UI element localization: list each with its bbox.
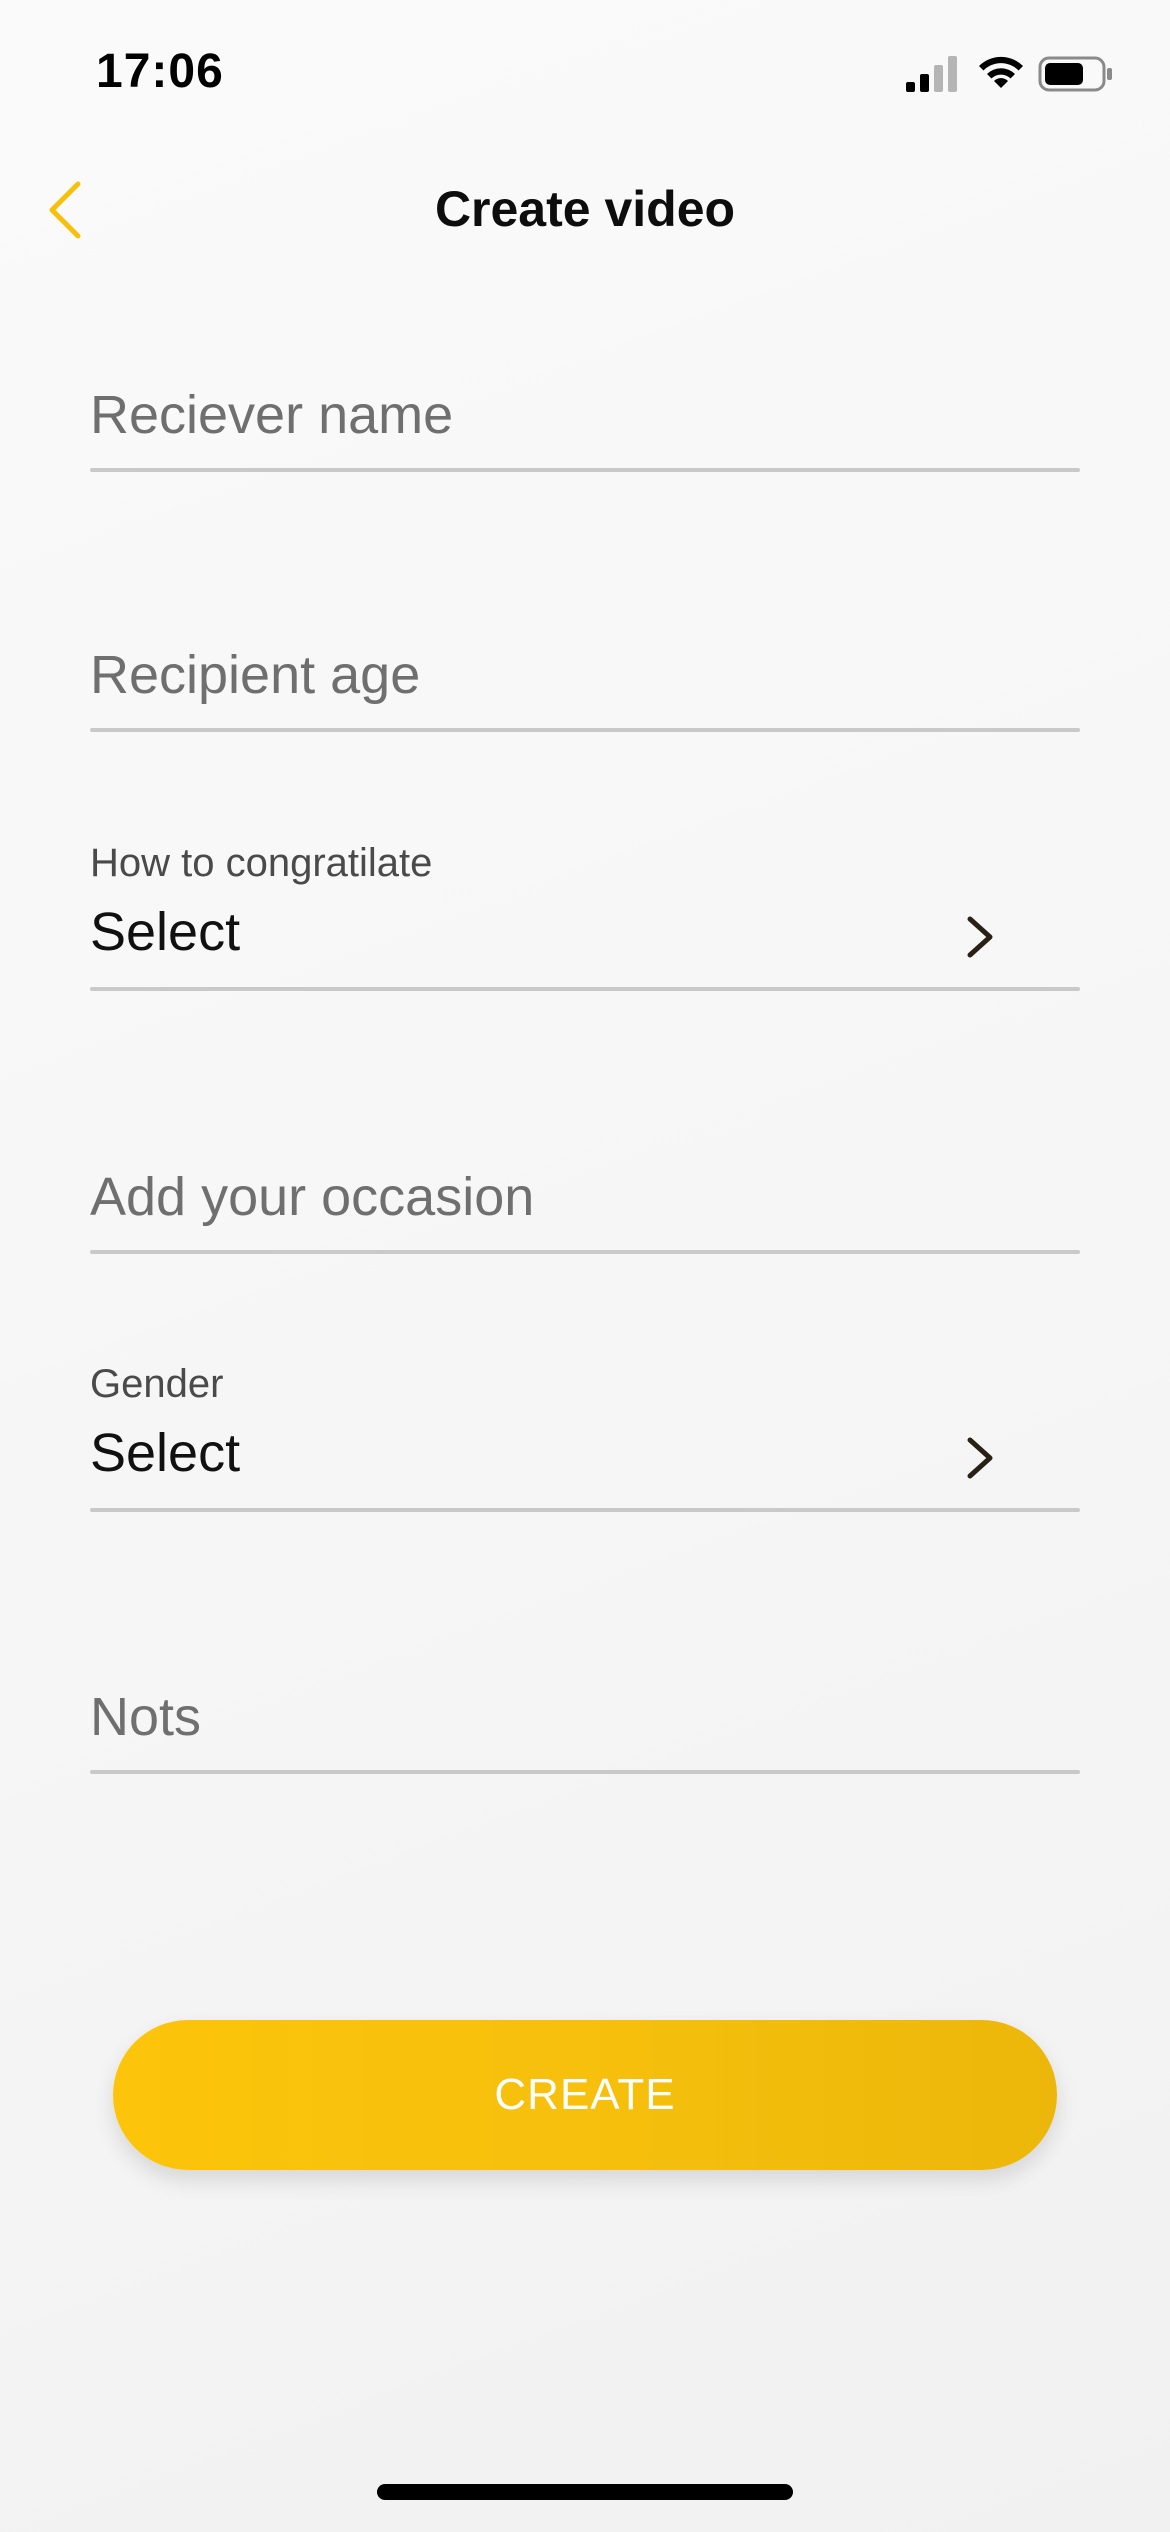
page-title: Create video (434, 181, 736, 237)
notes-underline (90, 1770, 1080, 1774)
congratulate-label: How to congratilate (90, 841, 433, 885)
gender-select[interactable]: Gender Select (90, 1356, 1080, 1516)
gender-label: Gender (90, 1362, 224, 1406)
gender-value: Select (90, 1423, 241, 1483)
occasion-input[interactable] (90, 1162, 1070, 1232)
create-button[interactable]: CREATE (113, 2020, 1057, 2170)
occasion-field (90, 1154, 1080, 1264)
congratulate-select[interactable]: How to congratilate Select (90, 835, 1080, 995)
recipient-age-underline (90, 728, 1080, 732)
chevron-right-icon (967, 916, 993, 958)
receiver-name-field (90, 370, 1080, 480)
wifi-icon (979, 56, 1023, 88)
recipient-age-input[interactable] (90, 640, 1070, 710)
receiver-name-input[interactable] (90, 380, 1070, 450)
status-bar: 17:06 (0, 0, 1170, 150)
battery-icon (1038, 56, 1112, 92)
receiver-name-underline (90, 468, 1080, 472)
congratulate-underline (90, 987, 1080, 991)
congratulate-value: Select (90, 902, 241, 962)
notes-field (90, 1676, 1080, 1786)
home-indicator (377, 2484, 793, 2500)
cellular-signal-icon (906, 56, 957, 92)
notes-input[interactable] (90, 1682, 1070, 1752)
gender-underline (90, 1508, 1080, 1512)
recipient-age-field (90, 632, 1080, 742)
chevron-right-icon (967, 1437, 993, 1479)
nav-bar: Create video (0, 160, 1170, 260)
occasion-underline (90, 1250, 1080, 1254)
status-time: 17:06 (96, 45, 224, 98)
